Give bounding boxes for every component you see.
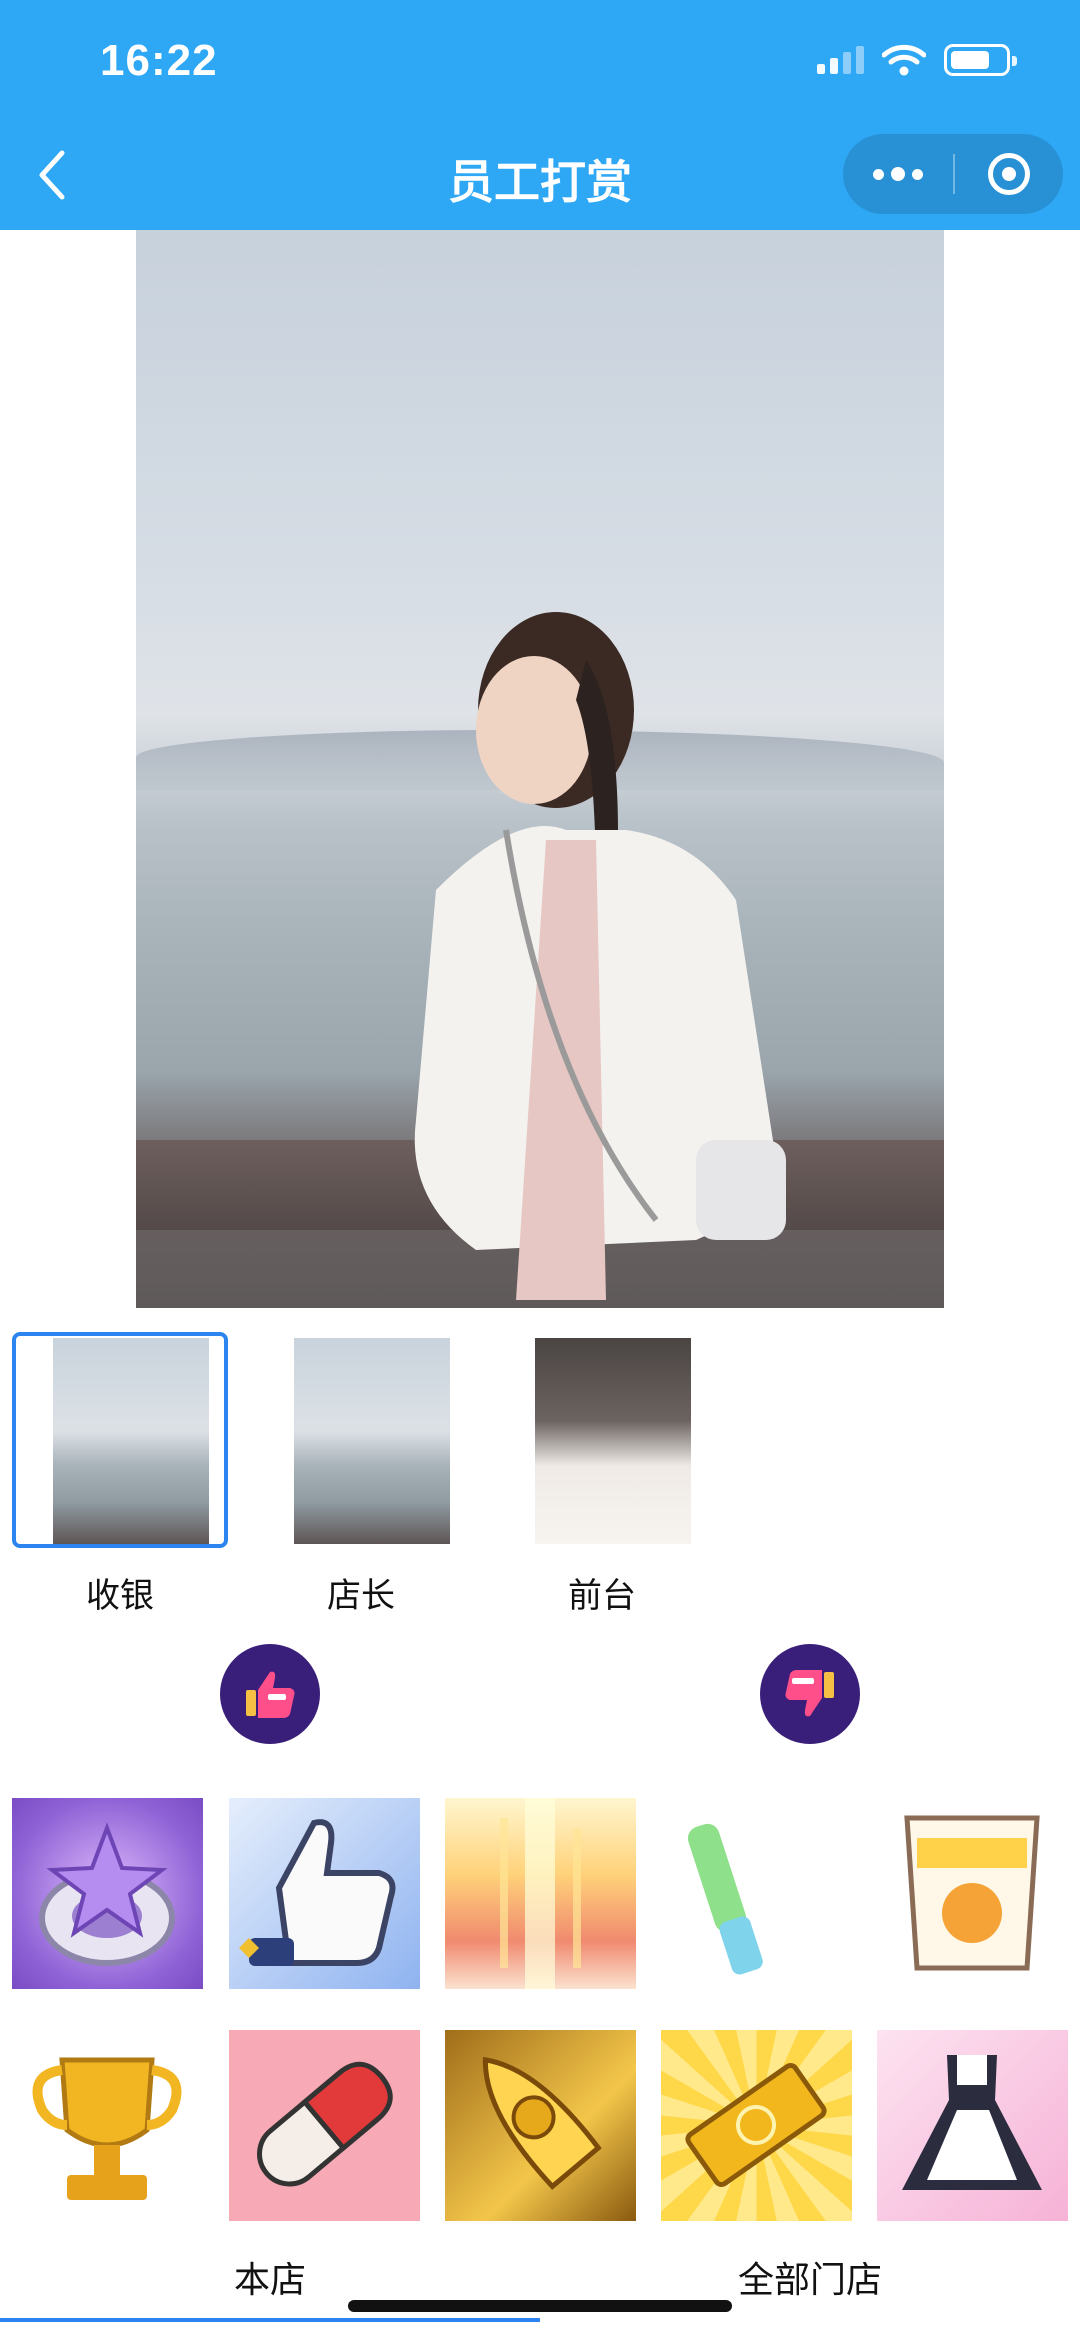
staff-name: 店长 bbox=[327, 1577, 395, 1615]
gift-maid-dress[interactable] bbox=[877, 2030, 1068, 2221]
trophy-icon bbox=[32, 2057, 182, 2200]
maid-dress-icon bbox=[902, 2055, 1042, 2190]
signal-icon bbox=[817, 46, 864, 74]
gift-gem-ring[interactable] bbox=[12, 1798, 203, 1989]
thumbs-down-icon bbox=[785, 1670, 834, 1717]
snack-bag-icon bbox=[904, 1815, 1040, 1971]
mini-program-capsule bbox=[843, 134, 1063, 214]
more-options-button[interactable] bbox=[843, 134, 953, 214]
golden-rocket-icon bbox=[482, 2056, 602, 2190]
gift-glow-stick[interactable] bbox=[661, 1798, 852, 1989]
active-tab-indicator bbox=[0, 2318, 540, 2322]
wifi-icon bbox=[882, 44, 926, 76]
gem-ring-icon bbox=[39, 1822, 175, 1966]
status-time: 16:22 bbox=[100, 36, 218, 85]
thumbs-down-button[interactable] bbox=[760, 1644, 860, 1744]
staff-name: 前台 bbox=[568, 1577, 636, 1615]
gift-gold-bar[interactable] bbox=[661, 2030, 852, 2221]
store-scope-tabs: 本店 全部门店 bbox=[0, 2250, 1080, 2337]
home-indicator[interactable] bbox=[348, 2300, 732, 2312]
gift-pill[interactable] bbox=[229, 2030, 420, 2221]
gift-snack-bag[interactable] bbox=[877, 1798, 1068, 1989]
staff-card-reception[interactable]: 前台 bbox=[494, 1332, 710, 1622]
staff-name: 收银 bbox=[86, 1577, 154, 1615]
battery-icon bbox=[944, 44, 1017, 76]
nav-header: 16:22 员工打赏 bbox=[0, 0, 1080, 230]
thumbs-up-glove-icon bbox=[239, 1819, 396, 1966]
staff-card-manager[interactable]: 店长 bbox=[253, 1332, 469, 1622]
staff-thumbnail bbox=[53, 1338, 209, 1544]
gift-golden-light[interactable] bbox=[445, 1798, 636, 1989]
gold-bar-icon bbox=[685, 2062, 827, 2188]
pill-capsule-icon bbox=[257, 2061, 393, 2187]
gift-trophy[interactable] bbox=[12, 2030, 203, 2221]
staff-card-cashier[interactable]: 收银 bbox=[12, 1332, 228, 1622]
status-icons bbox=[817, 44, 1017, 76]
gift-rocket[interactable] bbox=[445, 2030, 636, 2221]
close-mini-program-button[interactable] bbox=[955, 134, 1063, 214]
staff-thumbnail bbox=[535, 1338, 691, 1544]
thumbs-up-button[interactable] bbox=[220, 1644, 320, 1744]
glow-stick-icon bbox=[687, 1823, 763, 1975]
thumbs-up-icon bbox=[246, 1671, 295, 1718]
staff-selector: 收银 店长 前台 bbox=[0, 1332, 1080, 1622]
staff-photo bbox=[136, 230, 944, 1308]
person-figure bbox=[414, 612, 786, 1300]
staff-thumbnail bbox=[294, 1338, 450, 1544]
gift-thumbs-up[interactable] bbox=[229, 1798, 420, 1989]
golden-light-icon bbox=[500, 1798, 581, 1989]
